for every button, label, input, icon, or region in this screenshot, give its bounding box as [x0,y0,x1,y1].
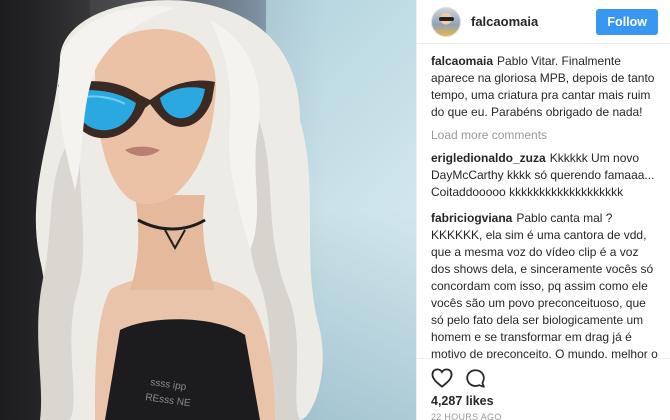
comment-item: fabriciogviana Pablo canta mal ? KKKKKK, … [431,210,658,358]
post-actions: 4,287 likes 22 HOURS AGO [417,358,670,420]
header-username[interactable]: falcaomaia [471,14,596,29]
heart-icon[interactable] [431,368,453,388]
avatar[interactable] [431,6,461,37]
instagram-post: ssss ipp REsss NE falcaomaia Follow falc… [0,0,670,420]
caption: falcaomaia Pablo Vitar. Finalmente aparec… [431,53,658,121]
comment-item: erigledionaldo_zuza Kkkkkk Um novo DayMcC… [431,150,658,201]
caption-username[interactable]: falcaomaia [431,54,493,68]
comment-icon[interactable] [465,368,486,389]
comment-text: Pablo canta mal ? KKKKKK, ela sim é uma … [431,211,658,358]
comment-username[interactable]: fabriciogviana [431,211,512,225]
post-header: falcaomaia Follow [417,0,670,44]
post-timestamp[interactable]: 22 HOURS AGO [431,412,658,420]
post-side-panel: falcaomaia Follow falcaomaia Pablo Vitar.… [416,0,670,420]
load-more-comments-link[interactable]: Load more comments [431,128,658,142]
comments-list[interactable]: falcaomaia Pablo Vitar. Finalmente aparec… [417,44,670,358]
follow-button[interactable]: Follow [596,8,658,35]
action-icons-row [431,359,658,389]
post-photo[interactable]: ssss ipp REsss NE [0,0,416,420]
likes-count[interactable]: 4,287 likes [431,394,658,408]
comment-username[interactable]: erigledionaldo_zuza [431,151,546,165]
portrait-illustration: ssss ipp REsss NE [35,0,323,420]
